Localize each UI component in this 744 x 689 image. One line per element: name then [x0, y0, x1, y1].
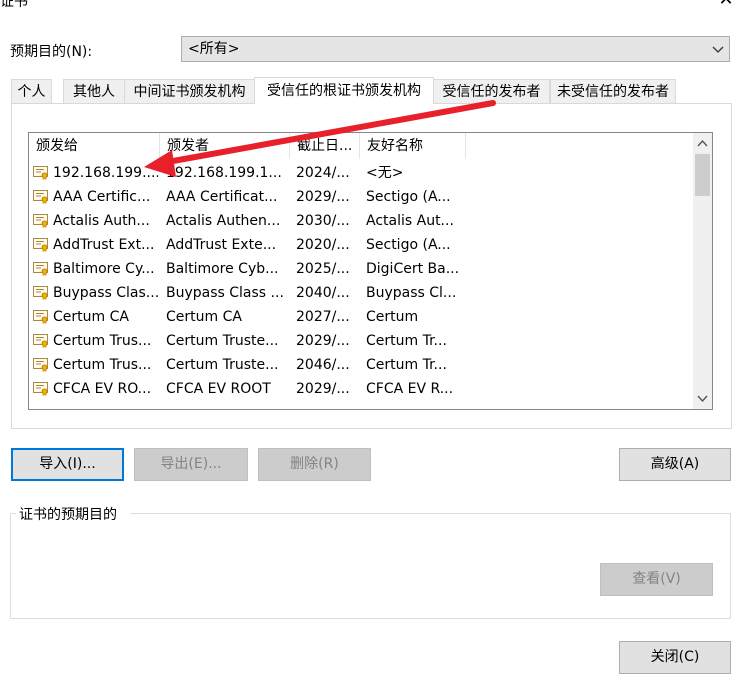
certificate-icon	[33, 382, 48, 396]
tab-intermediate-ca[interactable]: 中间证书颁发机构	[124, 79, 255, 103]
table-cell: Actalis Auth...	[53, 213, 150, 229]
table-cell: Certum Trus...	[53, 333, 152, 349]
close-icon[interactable]: ✕	[716, 0, 736, 10]
table-row[interactable]: Actalis Auth... Actalis Authen... 2030/...…	[29, 209, 691, 233]
group-border	[10, 513, 16, 514]
table-cell: <无>	[366, 165, 404, 181]
table-cell: 192.168.199.1...	[166, 165, 282, 181]
vertical-scrollbar[interactable]	[693, 133, 712, 409]
certificate-icon	[33, 238, 48, 252]
advanced-button[interactable]: 高级(A)	[619, 448, 731, 481]
scroll-down-icon[interactable]	[693, 390, 712, 407]
table-cell: 2024/...	[296, 165, 350, 181]
export-button[interactable]: 导出(E)...	[134, 448, 248, 481]
table-cell: AddTrust Ext...	[53, 237, 155, 253]
table-cell: AAA Certificat...	[166, 189, 278, 205]
tab-personal[interactable]: 个人	[11, 79, 52, 103]
table-row[interactable]: Baltimore Cy... Baltimore Cyb... 2025/... D…	[29, 257, 691, 281]
tab-untrusted-publishers[interactable]: 未受信任的发布者	[550, 79, 676, 103]
table-cell: AAA Certific...	[53, 189, 151, 205]
table-cell: 2040/...	[296, 285, 350, 301]
table-cell: Baltimore Cyb...	[166, 261, 279, 277]
table-cell: Certum Truste...	[166, 357, 279, 373]
certificate-icon	[33, 190, 48, 204]
table-cell: 2027/...	[296, 309, 350, 325]
remove-button[interactable]: 删除(R)	[258, 448, 371, 481]
table-cell: 2029/...	[296, 381, 350, 397]
table-cell: Buypass Cl...	[366, 285, 457, 301]
group-border	[130, 513, 731, 514]
certificate-list[interactable]: 颁发给 颁发者 截止日... 友好名称 192.168.199.... 192.1…	[28, 132, 713, 410]
view-button[interactable]: 查看(V)	[600, 563, 713, 596]
table-cell: Sectigo (A...	[366, 237, 451, 253]
table-cell: 192.168.199....	[53, 165, 158, 181]
table-cell: CFCA EV RO...	[53, 381, 152, 397]
certificate-icon	[33, 262, 48, 276]
column-expiration[interactable]: 截止日...	[290, 133, 360, 159]
table-row[interactable]: AAA Certific... AAA Certificat... 2029/...…	[29, 185, 691, 209]
table-cell: Baltimore Cy...	[53, 261, 155, 277]
table-cell: Certum Trus...	[53, 357, 152, 373]
table-cell: Actalis Aut...	[366, 213, 454, 229]
table-cell: 2025/...	[296, 261, 350, 277]
tab-trusted-root-ca[interactable]: 受信任的根证书颁发机构	[254, 77, 434, 104]
tab-other-people[interactable]: 其他人	[63, 79, 125, 103]
table-row[interactable]: Buypass Clas... Buypass Class ... 2040/...…	[29, 281, 691, 305]
close-button[interactable]: 关闭(C)	[619, 641, 731, 674]
table-cell: CFCA EV ROOT	[166, 381, 271, 397]
table-row[interactable]: AddTrust Ext... AddTrust Exte... 2020/... S…	[29, 233, 691, 257]
table-row[interactable]: CFCA EV RO... CFCA EV ROOT 2029/... CFCA EV…	[29, 377, 691, 401]
table-cell: AddTrust Exte...	[166, 237, 277, 253]
table-cell: Certum Tr...	[366, 333, 447, 349]
purpose-label: 预期目的(N):	[10, 44, 93, 60]
column-friendly-name[interactable]: 友好名称	[360, 133, 466, 159]
certificate-icon	[33, 166, 48, 180]
table-cell: DigiCert Ba...	[366, 261, 460, 277]
scroll-thumb[interactable]	[695, 154, 710, 196]
table-cell: 2020/...	[296, 237, 350, 253]
column-issued-by[interactable]: 颁发者	[160, 133, 290, 159]
table-cell: Buypass Class ...	[166, 285, 284, 301]
tab-trusted-publishers[interactable]: 受信任的发布者	[433, 79, 550, 103]
table-row[interactable]: Certum Trus... Certum Truste... 2029/... Ce…	[29, 329, 691, 353]
table-row[interactable]: Certum Trus... Certum Truste... 2046/... Ce…	[29, 353, 691, 377]
table-cell: Certum	[366, 309, 419, 325]
table-cell: Buypass Clas...	[53, 285, 158, 301]
window-title: 证书	[0, 0, 28, 10]
scroll-up-icon[interactable]	[693, 135, 712, 152]
table-cell: Certum Truste...	[166, 333, 279, 349]
certificate-icon	[33, 214, 48, 228]
import-button[interactable]: 导入(I)...	[11, 448, 124, 481]
table-row[interactable]: Certum CA Certum CA 2027/... Certum	[29, 305, 691, 329]
table-cell: Certum CA	[166, 309, 242, 325]
purpose-selected-value: <所有>	[188, 41, 240, 57]
table-cell: 2029/...	[296, 333, 350, 349]
table-cell: 2030/...	[296, 213, 350, 229]
purpose-select[interactable]: <所有>	[181, 36, 730, 62]
table-cell: Certum CA	[53, 309, 129, 325]
table-cell: Certum Tr...	[366, 357, 447, 373]
certificate-icon	[33, 286, 48, 300]
chevron-down-icon	[712, 46, 724, 53]
purposes-group-label: 证书的预期目的	[19, 507, 117, 523]
certificate-icon	[33, 334, 48, 348]
table-cell: Actalis Authen...	[166, 213, 281, 229]
table-cell: Sectigo (A...	[366, 189, 451, 205]
table-cell: 2046/...	[296, 357, 350, 373]
certificate-icon	[33, 358, 48, 372]
table-cell: 2029/...	[296, 189, 350, 205]
certificate-icon	[33, 310, 48, 324]
table-cell: CFCA EV R...	[366, 381, 454, 397]
column-issued-to[interactable]: 颁发给	[29, 133, 160, 159]
table-row[interactable]: 192.168.199.... 192.168.199.1... 2024/... <…	[29, 161, 691, 185]
